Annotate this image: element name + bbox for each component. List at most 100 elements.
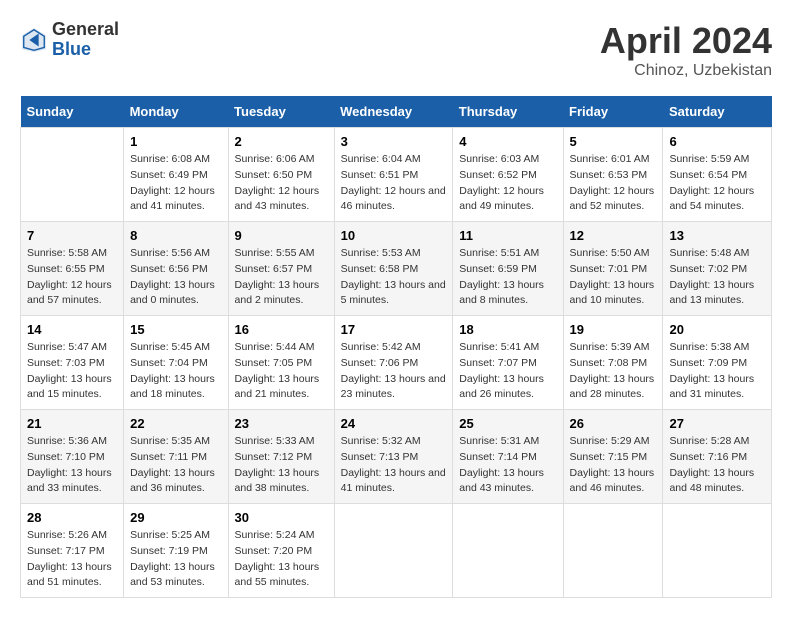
day-number: 13	[669, 228, 765, 243]
location-title: Chinoz, Uzbekistan	[600, 62, 772, 80]
day-info: Sunrise: 6:04 AMSunset: 6:51 PMDaylight:…	[341, 152, 447, 215]
calendar-cell	[563, 504, 663, 598]
day-number: 2	[235, 134, 328, 149]
day-number: 25	[459, 416, 556, 431]
page-header: General Blue April 2024 Chinoz, Uzbekist…	[20, 20, 772, 80]
calendar-cell: 21Sunrise: 5:36 AMSunset: 7:10 PMDayligh…	[21, 410, 124, 504]
calendar-cell: 15 Sunrise: 5:45 AMSunset: 7:04 PMDayligh…	[124, 316, 228, 410]
day-info: Sunrise: 5:44 AMSunset: 7:05 PMDaylight:…	[235, 340, 328, 403]
calendar-cell: 26 Sunrise: 5:29 AMSunset: 7:15 PMDayligh…	[563, 410, 663, 504]
day-number: 19	[570, 322, 657, 337]
calendar-cell: 28Sunrise: 5:26 AMSunset: 7:17 PMDayligh…	[21, 504, 124, 598]
day-number: 29	[130, 510, 221, 525]
calendar-cell: 1 Sunrise: 6:08 AMSunset: 6:49 PMDaylight…	[124, 128, 228, 222]
day-number: 24	[341, 416, 447, 431]
calendar-week-row: 21Sunrise: 5:36 AMSunset: 7:10 PMDayligh…	[21, 410, 772, 504]
day-number: 11	[459, 228, 556, 243]
day-number: 27	[669, 416, 765, 431]
day-number: 16	[235, 322, 328, 337]
day-info: Sunrise: 5:33 AMSunset: 7:12 PMDaylight:…	[235, 434, 328, 497]
calendar-cell: 16 Sunrise: 5:44 AMSunset: 7:05 PMDayligh…	[228, 316, 334, 410]
calendar-cell: 22 Sunrise: 5:35 AMSunset: 7:11 PMDayligh…	[124, 410, 228, 504]
logo-text: General Blue	[52, 20, 119, 60]
day-number: 26	[570, 416, 657, 431]
day-number: 20	[669, 322, 765, 337]
calendar-cell: 17Sunrise: 5:42 AMSunset: 7:06 PMDayligh…	[334, 316, 453, 410]
calendar-cell: 25 Sunrise: 5:31 AMSunset: 7:14 PMDayligh…	[453, 410, 563, 504]
calendar-cell: 9Sunrise: 5:55 AMSunset: 6:57 PMDaylight…	[228, 222, 334, 316]
day-info: Sunrise: 5:50 AMSunset: 7:01 PMDaylight:…	[570, 246, 657, 309]
day-number: 9	[235, 228, 328, 243]
day-info: Sunrise: 5:47 AMSunset: 7:03 PMDaylight:…	[27, 340, 117, 403]
day-info: Sunrise: 5:58 AMSunset: 6:55 PMDaylight:…	[27, 246, 117, 309]
calendar-cell: 13 Sunrise: 5:48 AMSunset: 7:02 PMDayligh…	[663, 222, 772, 316]
day-number: 1	[130, 134, 221, 149]
day-info: Sunrise: 5:48 AMSunset: 7:02 PMDaylight:…	[669, 246, 765, 309]
day-number: 21	[27, 416, 117, 431]
day-info: Sunrise: 5:26 AMSunset: 7:17 PMDaylight:…	[27, 528, 117, 591]
day-number: 10	[341, 228, 447, 243]
logo-icon	[20, 26, 48, 54]
calendar-cell: 27 Sunrise: 5:28 AMSunset: 7:16 PMDayligh…	[663, 410, 772, 504]
month-title: April 2024	[600, 20, 772, 62]
weekday-header: Thursday	[453, 96, 563, 128]
day-number: 14	[27, 322, 117, 337]
weekday-header: Saturday	[663, 96, 772, 128]
day-number: 23	[235, 416, 328, 431]
day-info: Sunrise: 5:28 AMSunset: 7:16 PMDaylight:…	[669, 434, 765, 497]
header-row: SundayMondayTuesdayWednesdayThursdayFrid…	[21, 96, 772, 128]
calendar-cell: 4Sunrise: 6:03 AMSunset: 6:52 PMDaylight…	[453, 128, 563, 222]
calendar-cell	[334, 504, 453, 598]
day-info: Sunrise: 6:03 AMSunset: 6:52 PMDaylight:…	[459, 152, 556, 215]
calendar-cell: 8Sunrise: 5:56 AMSunset: 6:56 PMDaylight…	[124, 222, 228, 316]
day-info: Sunrise: 5:35 AMSunset: 7:11 PMDaylight:…	[130, 434, 221, 497]
calendar-cell: 23 Sunrise: 5:33 AMSunset: 7:12 PMDayligh…	[228, 410, 334, 504]
calendar-cell: 20 Sunrise: 5:38 AMSunset: 7:09 PMDayligh…	[663, 316, 772, 410]
calendar-cell: 29Sunrise: 5:25 AMSunset: 7:19 PMDayligh…	[124, 504, 228, 598]
weekday-header: Monday	[124, 96, 228, 128]
day-info: Sunrise: 5:41 AMSunset: 7:07 PMDaylight:…	[459, 340, 556, 403]
calendar-cell: 19 Sunrise: 5:39 AMSunset: 7:08 PMDayligh…	[563, 316, 663, 410]
calendar-week-row: 1 Sunrise: 6:08 AMSunset: 6:49 PMDaylight…	[21, 128, 772, 222]
day-info: Sunrise: 5:29 AMSunset: 7:15 PMDaylight:…	[570, 434, 657, 497]
day-info: Sunrise: 5:39 AMSunset: 7:08 PMDaylight:…	[570, 340, 657, 403]
day-number: 30	[235, 510, 328, 525]
weekday-header: Sunday	[21, 96, 124, 128]
weekday-header: Tuesday	[228, 96, 334, 128]
day-info: Sunrise: 5:32 AMSunset: 7:13 PMDaylight:…	[341, 434, 447, 497]
day-number: 8	[130, 228, 221, 243]
day-number: 3	[341, 134, 447, 149]
day-info: Sunrise: 5:31 AMSunset: 7:14 PMDaylight:…	[459, 434, 556, 497]
day-info: Sunrise: 5:53 AMSunset: 6:58 PMDaylight:…	[341, 246, 447, 309]
calendar-cell	[21, 128, 124, 222]
calendar-cell: 2Sunrise: 6:06 AMSunset: 6:50 PMDaylight…	[228, 128, 334, 222]
calendar-cell: 3 Sunrise: 6:04 AMSunset: 6:51 PMDaylight…	[334, 128, 453, 222]
calendar-week-row: 7 Sunrise: 5:58 AMSunset: 6:55 PMDaylight…	[21, 222, 772, 316]
day-number: 15	[130, 322, 221, 337]
day-number: 7	[27, 228, 117, 243]
day-number: 17	[341, 322, 447, 337]
calendar-cell: 30Sunrise: 5:24 AMSunset: 7:20 PMDayligh…	[228, 504, 334, 598]
day-info: Sunrise: 6:01 AMSunset: 6:53 PMDaylight:…	[570, 152, 657, 215]
calendar-cell: 24 Sunrise: 5:32 AMSunset: 7:13 PMDayligh…	[334, 410, 453, 504]
calendar-cell: 11 Sunrise: 5:51 AMSunset: 6:59 PMDayligh…	[453, 222, 563, 316]
day-info: Sunrise: 6:08 AMSunset: 6:49 PMDaylight:…	[130, 152, 221, 215]
logo-general: General	[52, 20, 119, 40]
day-number: 18	[459, 322, 556, 337]
calendar-cell: 12 Sunrise: 5:50 AMSunset: 7:01 PMDayligh…	[563, 222, 663, 316]
day-number: 22	[130, 416, 221, 431]
calendar-cell: 5 Sunrise: 6:01 AMSunset: 6:53 PMDaylight…	[563, 128, 663, 222]
calendar-week-row: 14 Sunrise: 5:47 AMSunset: 7:03 PMDayligh…	[21, 316, 772, 410]
calendar-cell: 6Sunrise: 5:59 AMSunset: 6:54 PMDaylight…	[663, 128, 772, 222]
day-info: Sunrise: 5:38 AMSunset: 7:09 PMDaylight:…	[669, 340, 765, 403]
day-number: 5	[570, 134, 657, 149]
calendar-cell: 7 Sunrise: 5:58 AMSunset: 6:55 PMDaylight…	[21, 222, 124, 316]
calendar-cell: 10 Sunrise: 5:53 AMSunset: 6:58 PMDayligh…	[334, 222, 453, 316]
day-number: 12	[570, 228, 657, 243]
day-info: Sunrise: 5:51 AMSunset: 6:59 PMDaylight:…	[459, 246, 556, 309]
calendar-cell: 14 Sunrise: 5:47 AMSunset: 7:03 PMDayligh…	[21, 316, 124, 410]
calendar-cell	[453, 504, 563, 598]
day-info: Sunrise: 5:45 AMSunset: 7:04 PMDaylight:…	[130, 340, 221, 403]
calendar-cell: 18 Sunrise: 5:41 AMSunset: 7:07 PMDayligh…	[453, 316, 563, 410]
title-area: April 2024 Chinoz, Uzbekistan	[600, 20, 772, 80]
